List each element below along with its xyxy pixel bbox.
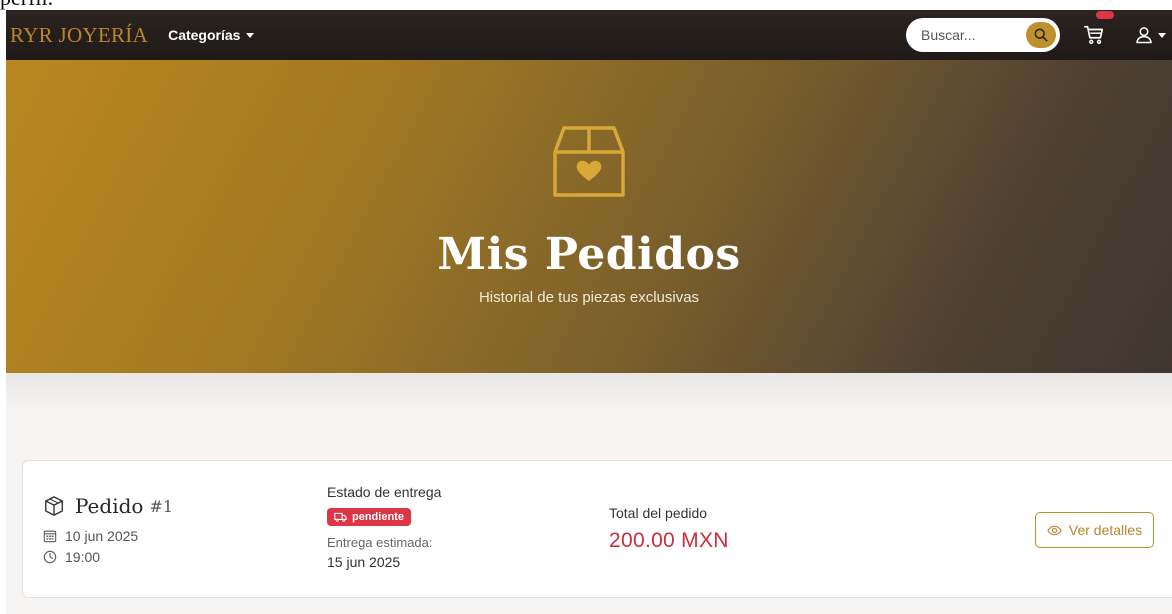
page-title: Mis Pedidos — [437, 229, 741, 280]
user-menu[interactable] — [1134, 25, 1166, 45]
brand-logo[interactable]: RYR JOYERÍA — [10, 23, 148, 48]
order-title: Pedido — [75, 494, 144, 518]
truck-icon — [334, 512, 347, 522]
status-badge: pendiente — [327, 508, 411, 526]
order-card: Pedido #1 10 jun 2025 19:00 Estado de en… — [22, 460, 1172, 598]
cart-button[interactable] — [1082, 11, 1114, 47]
order-date-row: 10 jun 2025 — [43, 528, 138, 544]
order-time-row: 19:00 — [43, 549, 100, 565]
delivery-status: Estado de entrega pendiente Entrega esti… — [327, 484, 441, 570]
box-heart-icon — [550, 124, 628, 204]
order-total: Total del pedido 200.00 MXN — [609, 505, 729, 553]
order-time: 19:00 — [65, 549, 101, 565]
view-details-button[interactable]: Ver detalles — [1035, 512, 1154, 548]
hero-banner: Mis Pedidos Historial de tus piezas excl… — [6, 60, 1172, 373]
eye-icon — [1047, 525, 1062, 535]
view-details-label: Ver detalles — [1068, 522, 1143, 538]
cart-badge — [1096, 11, 1114, 19]
estimated-date: 15 jun 2025 — [327, 554, 401, 570]
status-text: pendiente — [352, 511, 404, 523]
box-icon — [45, 496, 63, 516]
chevron-down-icon — [1158, 32, 1166, 38]
calendar-icon — [43, 530, 57, 543]
page-subtitle: Historial de tus piezas exclusivas — [478, 289, 700, 306]
search-icon — [1034, 28, 1048, 42]
user-icon — [1136, 27, 1152, 44]
navbar-right — [906, 11, 1166, 52]
estimated-label: Entrega estimada: — [327, 535, 433, 550]
section-shadow — [6, 373, 1172, 413]
navbar: RYR JOYERÍA Categorías — [6, 10, 1172, 60]
total-label: Total del pedido — [609, 505, 708, 521]
order-number: #1 — [149, 496, 174, 516]
clock-icon — [43, 550, 57, 564]
categories-label: Categorías — [168, 27, 241, 43]
stray-top-text: perfil. — [0, 0, 53, 9]
cart-icon — [1084, 25, 1104, 45]
order-date: 10 jun 2025 — [65, 528, 139, 544]
search-box — [906, 18, 1060, 52]
delivery-label: Estado de entrega — [327, 484, 442, 500]
total-amount: 200.00 MXN — [609, 529, 729, 552]
page: perfil. RYR JOYERÍA Categorías — [0, 0, 1172, 614]
search-input[interactable] — [906, 27, 1024, 43]
search-button[interactable] — [1026, 22, 1056, 48]
order-header: Pedido #1 — [43, 494, 173, 518]
chevron-down-icon — [246, 32, 255, 38]
categories-dropdown[interactable]: Categorías — [168, 27, 255, 43]
